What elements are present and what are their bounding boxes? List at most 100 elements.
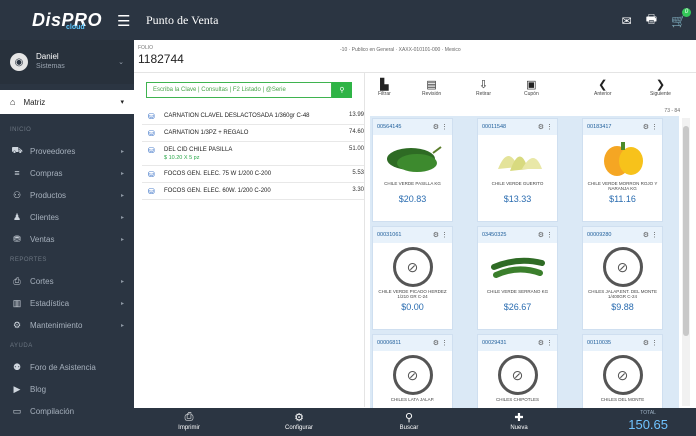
brand-sub: cloud xyxy=(65,23,85,31)
options-icon[interactable]: ⚙ ⋮ xyxy=(433,231,448,239)
cart-icon[interactable]: 🛒 0 xyxy=(671,7,691,28)
options-icon[interactable]: ⚙ ⋮ xyxy=(643,231,658,239)
configurar-button[interactable]: ⚙ Configurar xyxy=(244,408,354,436)
sidebar-item-label: Estadística xyxy=(30,298,70,308)
sidebar-item-mantenimiento[interactable]: ⚙ Mantenimiento ▸ xyxy=(0,314,134,336)
product-code: 00031061 xyxy=(377,232,402,238)
product-code: 00011548 xyxy=(482,124,507,130)
options-icon[interactable]: ⚙ ⋮ xyxy=(433,339,448,347)
coins-icon: ⛁ xyxy=(148,170,155,179)
sidebar-item-proveedores[interactable]: ⛟ Proveedores ▸ xyxy=(0,140,134,162)
scrollbar[interactable] xyxy=(682,118,690,406)
search-icon: ⚲ xyxy=(404,412,414,424)
coins-icon: ⛁ xyxy=(148,187,155,196)
user-panel[interactable]: ◉ Daniel Sistemas ⌄ xyxy=(0,40,134,84)
folio-number: 1182744 xyxy=(138,52,184,66)
product-card[interactable]: 00110035 ⚙ ⋮ ⊘ CHILES DEL MONTE xyxy=(582,334,663,408)
sidebar-item-blog[interactable]: ▶ Blog xyxy=(0,378,134,400)
withdraw-icon: ⇩ xyxy=(478,79,489,91)
printer-icon: ⎙ xyxy=(13,275,21,286)
list-item[interactable]: ⛁ DEL CID CHILE PASILLA $ 10.20 X 5 pz 51… xyxy=(142,142,364,166)
product-code: 00110035 xyxy=(587,340,612,346)
scrollbar-thumb[interactable] xyxy=(683,126,689,336)
divider xyxy=(134,72,696,73)
product-code: 00029431 xyxy=(482,340,507,346)
sidebar-item-compras[interactable]: ≡ Compras ▸ xyxy=(0,162,134,184)
product-price: $26.67 xyxy=(503,302,532,312)
nueva-button[interactable]: ✚ Nueva xyxy=(464,408,574,436)
list-item[interactable]: ⛁ CARNATION CLAVEL DESLACTOSADA 1/360gr … xyxy=(142,108,364,125)
product-name: CHILE VERDE SERRANO Kg xyxy=(486,289,549,294)
caret-down-icon: ▾ xyxy=(120,99,124,106)
product-card[interactable]: 00009280 ⚙ ⋮ ⊘ CHILES JALAP.ENT. DEL MONT… xyxy=(582,226,663,330)
options-icon[interactable]: ⚙ ⋮ xyxy=(643,339,658,347)
chevron-icon: ▸ xyxy=(120,170,124,177)
section-ayuda: AYUDA xyxy=(10,343,33,349)
item-price: 51.00 xyxy=(348,146,364,152)
avatar: ◉ xyxy=(10,53,28,71)
window-icon: ▭ xyxy=(12,405,22,416)
sidebar-item-label: Clientes xyxy=(30,212,59,222)
product-code: 00564145 xyxy=(377,124,402,130)
item-price: 74.60 xyxy=(348,129,364,135)
list-icon: ≡ xyxy=(14,168,20,178)
sidebar-item-foro[interactable]: ⚉ Foro de Asistencia xyxy=(0,356,134,378)
options-icon[interactable]: ⚙ ⋮ xyxy=(433,123,448,131)
product-code: 00006811 xyxy=(377,340,402,346)
sidebar-item-clientes[interactable]: ♟ Clientes ▸ xyxy=(0,206,134,228)
product-card[interactable]: 00011548 ⚙ ⋮ CHILE VERDE GUERITO $13.33 xyxy=(477,118,558,222)
client-info[interactable]: -10 · Publico en General · XAXX-010101-0… xyxy=(340,47,461,53)
buscar-button[interactable]: ⚲ Buscar xyxy=(354,408,464,436)
list-item[interactable]: ⛁ CARNATION 1/3PZ + REGALO 74.60 xyxy=(142,125,364,142)
siguiente-button[interactable]: ❯ Siguiente xyxy=(650,78,671,97)
sidebar-item-label: Compras xyxy=(30,168,63,178)
filtrar-button[interactable]: ▙ Filtrar xyxy=(378,78,391,97)
anterior-button[interactable]: ❮ Anterior xyxy=(594,78,612,97)
list-item[interactable]: ⛁ FOCOS GEN. ELEC. 75 W 1/200 C-200 5.53 xyxy=(142,166,364,183)
list-item[interactable]: ⛁ FOCOS GEN. ELEC. 60W. 1/200 C-200 3.30 xyxy=(142,183,364,200)
video-icon: ▶ xyxy=(13,383,21,394)
chart-icon: ▥ xyxy=(12,297,22,308)
product-card[interactable]: 00029431 ⚙ ⋮ ⊘ CHILES CHIPOTLES xyxy=(477,334,558,408)
pepper-icon xyxy=(373,137,452,181)
product-card[interactable]: 00183417 ⚙ ⋮ CHILE VERDE MORRON ROJO Y NA… xyxy=(582,118,663,222)
retirar-button[interactable]: ⇩ Retirar xyxy=(476,78,491,97)
product-name: CHILE VERDE PICADO HERDEZ 1/210 GR C-24 xyxy=(378,289,447,299)
search-button[interactable]: ⚲ xyxy=(332,82,352,98)
options-icon[interactable]: ⚙ ⋮ xyxy=(538,339,553,347)
chevron-icon: ▸ xyxy=(120,192,124,199)
sidebar-item-productos[interactable]: ⚇ Productos ▸ xyxy=(0,184,134,206)
chevron-icon: ▸ xyxy=(120,322,124,329)
product-price: $11.16 xyxy=(609,194,636,204)
sidebar-item-cortes[interactable]: ⎙ Cortes ▸ xyxy=(0,270,134,292)
sidebar-item-compilacion[interactable]: ▭ Compilación xyxy=(0,400,134,422)
no-image-icon: ⊘ xyxy=(478,353,557,397)
printer-icon[interactable]: 🖶 xyxy=(646,10,657,31)
sidebar-item-label: Compilación xyxy=(30,406,75,416)
product-search-input[interactable]: Escriba la Clave | Consultas | F2 Listad… xyxy=(146,82,332,98)
product-card[interactable]: 03450325 ⚙ ⋮ CHILE VERDE SERRANO Kg $26.6… xyxy=(477,226,558,330)
cupon-button[interactable]: ▣ Cupón xyxy=(524,78,539,97)
revision-button[interactable]: ▤ Revisión xyxy=(422,78,441,97)
search-placeholder: Escriba la Clave | Consultas | F2 Listad… xyxy=(153,87,286,93)
sidebar-item-ventas[interactable]: ⛃ Ventas ▸ xyxy=(0,228,134,250)
no-image-icon: ⊘ xyxy=(373,353,452,397)
product-card[interactable]: 00564145 ⚙ ⋮ CHILE VERDE PASILLA Kg $20.8… xyxy=(372,118,453,222)
options-icon[interactable]: ⚙ ⋮ xyxy=(538,231,553,239)
pepper-icon xyxy=(478,245,557,289)
branch-selector[interactable]: ⌂ Matriz ▾ xyxy=(0,90,134,114)
product-card[interactable]: 00006811 ⚙ ⋮ ⊘ CHILES LATA JALAP. xyxy=(372,334,453,408)
mail-icon[interactable]: ✉ xyxy=(622,14,632,28)
brand-logo[interactable]: DisPRO cloud xyxy=(32,10,102,31)
imprimir-button[interactable]: ⎙ Imprimir xyxy=(134,408,244,436)
sidebar-item-label: Foro de Asistencia xyxy=(30,362,96,372)
options-icon[interactable]: ⚙ ⋮ xyxy=(643,123,658,131)
truck-icon: ⛟ xyxy=(11,145,23,155)
top-bar: DisPRO cloud ☰ Punto de Venta ✉ 🖶 🛒 0 xyxy=(0,0,696,40)
product-card[interactable]: 00031061 ⚙ ⋮ ⊘ CHILE VERDE PICADO HERDEZ … xyxy=(372,226,453,330)
sidebar-item-label: Productos xyxy=(30,190,67,200)
sidebar-item-estadistica[interactable]: ▥ Estadística ▸ xyxy=(0,292,134,314)
menu-toggle-icon[interactable]: ☰ xyxy=(117,12,130,30)
options-icon[interactable]: ⚙ ⋮ xyxy=(538,123,553,131)
chevron-icon: ▸ xyxy=(120,148,124,155)
